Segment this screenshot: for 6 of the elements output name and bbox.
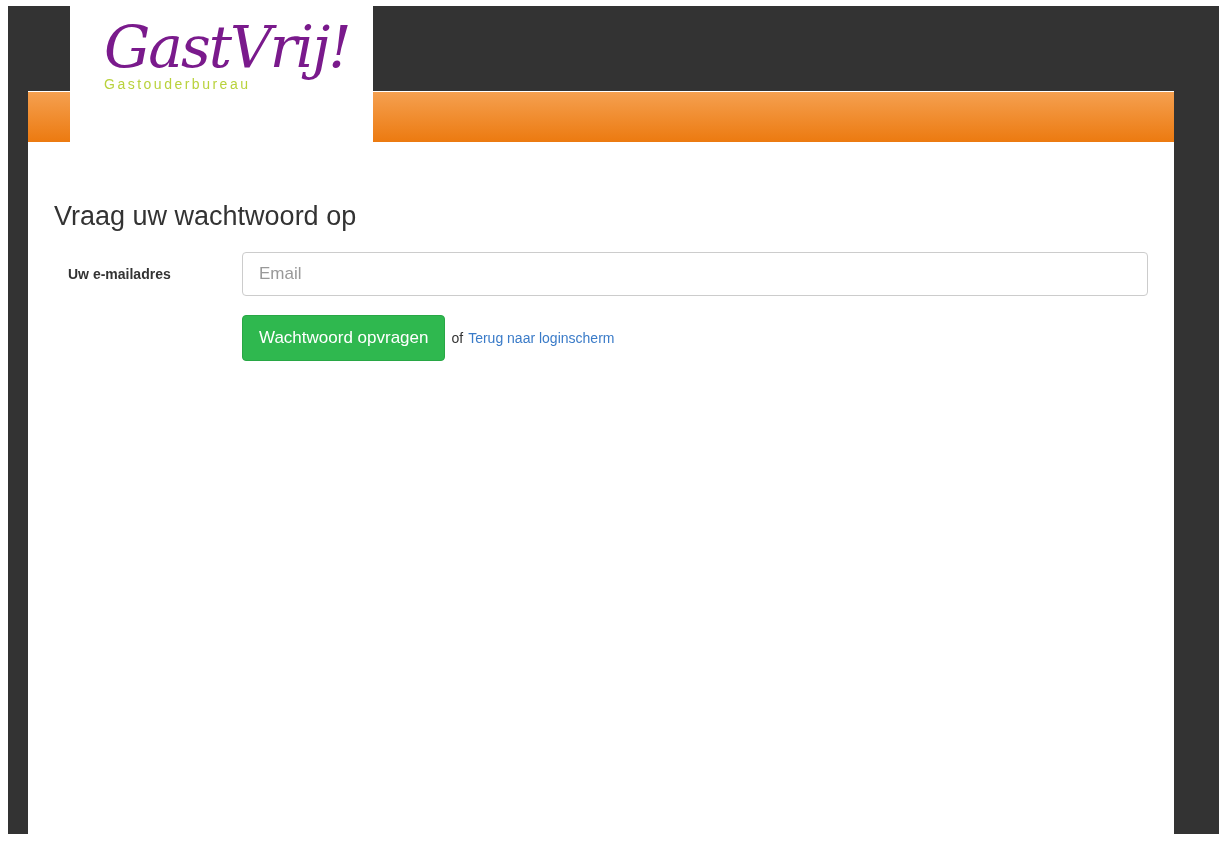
- field-label: Uw e-mailadres: [67, 266, 172, 282]
- back-link[interactable]: Terug naar loginscherm: [468, 330, 615, 346]
- submit-button[interactable]: Wachtwoord opvragen: [242, 315, 446, 361]
- page-heading: Vraag uw wachtwoord op: [54, 200, 358, 233]
- email-field[interactable]: Email: [242, 252, 1148, 296]
- separator-text: of: [451, 330, 464, 346]
